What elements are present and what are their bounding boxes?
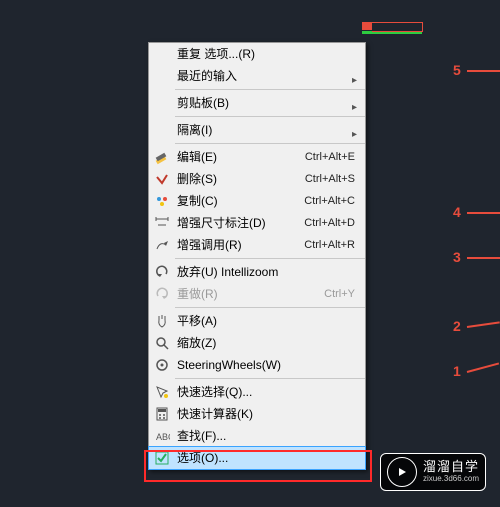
menu-label: 重复 选项...(R) (175, 43, 365, 65)
calculator-icon (149, 406, 175, 422)
watermark-badge: 溜溜自学 zixue.3d66.com (380, 453, 486, 491)
steeringwheels-icon (149, 357, 175, 373)
drawing-gizmo (362, 22, 422, 36)
menu-zoom[interactable]: 缩放(Z) (149, 332, 365, 354)
badge-sub: zixue.3d66.com (423, 475, 479, 484)
menu-label: 删除(S) (175, 168, 305, 190)
menu-clipboard[interactable]: 剪贴板(B) ▸ (149, 92, 365, 114)
zoom-icon (149, 335, 175, 351)
menu-delete[interactable]: 删除(S) Ctrl+Alt+S (149, 168, 365, 190)
svg-text:ABC: ABC (156, 432, 170, 442)
menu-label: 平移(A) (175, 310, 365, 332)
menu-label: 重做(R) (175, 283, 324, 305)
undo-icon (149, 264, 175, 280)
menu-separator (175, 116, 365, 117)
menu-label: 复制(C) (175, 190, 304, 212)
menu-quick-calc[interactable]: 快速计算器(K) (149, 403, 365, 425)
menu-separator (175, 143, 365, 144)
menu-undo[interactable]: 放弃(U) Intellizoom (149, 261, 365, 283)
menu-shortcut: Ctrl+Y (324, 283, 365, 305)
adjust-icon (149, 237, 175, 253)
menu-shortcut: Ctrl+Alt+C (304, 190, 365, 212)
menu-label: 剪贴板(B) (175, 92, 365, 114)
menu-edit[interactable]: 编辑(E) Ctrl+Alt+E (149, 146, 365, 168)
menu-redo: 重做(R) Ctrl+Y (149, 283, 365, 305)
menu-enhanced-dim[interactable]: 增强尺寸标注(D) Ctrl+Alt+D (149, 212, 365, 234)
menu-label: 最近的输入 (175, 65, 365, 87)
menu-repeat[interactable]: 重复 选项...(R) (149, 43, 365, 65)
submenu-arrow-icon: ▸ (352, 70, 357, 92)
menu-label: SteeringWheels(W) (175, 354, 365, 376)
delete-icon (149, 171, 175, 187)
menu-label: 快速计算器(K) (175, 403, 365, 425)
annotation-4: 4 (453, 204, 461, 220)
menu-label: 增强尺寸标注(D) (175, 212, 304, 234)
submenu-arrow-icon: ▸ (352, 97, 357, 119)
menu-quick-select[interactable]: 快速选择(Q)... (149, 381, 365, 403)
menu-shortcut: Ctrl+Alt+D (304, 212, 365, 234)
annotation-3-line (467, 257, 500, 259)
menu-recent-input[interactable]: 最近的输入 ▸ (149, 65, 365, 87)
menu-shortcut: Ctrl+Alt+E (305, 146, 365, 168)
annotation-1-line (467, 362, 499, 372)
menu-shortcut: Ctrl+Alt+S (305, 168, 365, 190)
annotation-5: 5 (453, 62, 461, 78)
dimension-icon (149, 215, 175, 231)
menu-label: 选项(O)... (175, 447, 365, 469)
menu-label: 隔离(I) (175, 119, 365, 141)
cad-canvas[interactable]: 5 4 3 2 1 重复 选项...(R) 最近的输入 ▸ 剪贴板(B) ▸ 隔… (0, 0, 500, 507)
options-icon (149, 450, 175, 466)
menu-steeringwheels[interactable]: SteeringWheels(W) (149, 354, 365, 376)
menu-pan[interactable]: 平移(A) (149, 310, 365, 332)
menu-find[interactable]: ABC 查找(F)... (149, 425, 365, 447)
edit-icon (149, 149, 175, 165)
menu-options[interactable]: 选项(O)... (148, 446, 366, 470)
menu-label: 查找(F)... (175, 425, 365, 447)
menu-separator (175, 307, 365, 308)
context-menu: 重复 选项...(R) 最近的输入 ▸ 剪贴板(B) ▸ 隔离(I) ▸ 编辑(… (148, 42, 366, 470)
menu-separator (175, 89, 365, 90)
annotation-3: 3 (453, 249, 461, 265)
menu-enhanced-adjust[interactable]: 增强调用(R) Ctrl+Alt+R (149, 234, 365, 256)
annotation-1: 1 (453, 363, 461, 379)
play-icon (387, 457, 417, 487)
menu-label: 编辑(E) (175, 146, 305, 168)
redo-icon (149, 286, 175, 302)
menu-label: 缩放(Z) (175, 332, 365, 354)
menu-label: 放弃(U) Intellizoom (175, 261, 365, 283)
quick-select-icon (149, 384, 175, 400)
annotation-2: 2 (453, 318, 461, 334)
menu-label: 增强调用(R) (175, 234, 304, 256)
menu-shortcut: Ctrl+Alt+R (304, 234, 365, 256)
menu-separator (175, 378, 365, 379)
annotation-4-line (467, 212, 500, 214)
menu-separator (175, 258, 365, 259)
submenu-arrow-icon: ▸ (352, 124, 357, 146)
menu-isolate[interactable]: 隔离(I) ▸ (149, 119, 365, 141)
find-icon: ABC (149, 428, 175, 444)
badge-title: 溜溜自学 (423, 460, 479, 474)
pan-icon (149, 313, 175, 329)
menu-copy[interactable]: 复制(C) Ctrl+Alt+C (149, 190, 365, 212)
menu-label: 快速选择(Q)... (175, 381, 365, 403)
annotation-2-line (467, 321, 500, 328)
annotation-5-line (467, 70, 500, 72)
copy-icon (149, 193, 175, 209)
